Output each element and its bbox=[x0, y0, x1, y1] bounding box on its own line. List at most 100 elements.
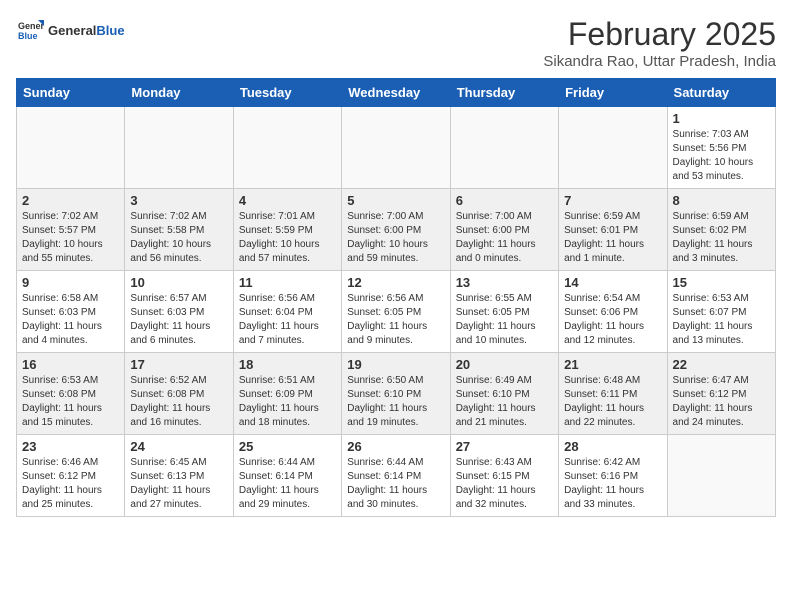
calendar-week-row: 1 Sunrise: 7:03 AM Sunset: 5:56 PM Daylig… bbox=[17, 107, 776, 189]
day-number: 24 bbox=[130, 439, 227, 454]
day-info: Sunrise: 7:00 AM Sunset: 6:00 PM Dayligh… bbox=[347, 210, 444, 266]
day-info: Sunrise: 6:53 AM Sunset: 6:07 PM Dayligh… bbox=[673, 292, 770, 348]
day-info: Sunrise: 6:59 AM Sunset: 6:02 PM Dayligh… bbox=[673, 210, 770, 266]
calendar-cell: 17 Sunrise: 6:52 AM Sunset: 6:08 PM Dayli… bbox=[125, 353, 233, 435]
day-number: 16 bbox=[22, 357, 119, 372]
calendar-cell: 1 Sunrise: 7:03 AM Sunset: 5:56 PM Daylig… bbox=[667, 107, 775, 189]
calendar-cell bbox=[342, 107, 450, 189]
day-info: Sunrise: 6:47 AM Sunset: 6:12 PM Dayligh… bbox=[673, 374, 770, 430]
calendar-week-row: 9Sunrise: 6:58 AM Sunset: 6:03 PM Daylig… bbox=[17, 271, 776, 353]
day-number: 6 bbox=[456, 193, 553, 208]
day-info: Sunrise: 6:53 AM Sunset: 6:08 PM Dayligh… bbox=[22, 374, 119, 430]
calendar-cell: 21 Sunrise: 6:48 AM Sunset: 6:11 PM Dayli… bbox=[559, 353, 667, 435]
day-info: Sunrise: 6:54 AM Sunset: 6:06 PM Dayligh… bbox=[564, 292, 661, 348]
logo-general-text: General bbox=[48, 23, 96, 38]
calendar-cell bbox=[667, 435, 775, 517]
page-header: General Blue GeneralBlue February 2025 S… bbox=[16, 16, 776, 70]
day-info: Sunrise: 6:51 AM Sunset: 6:09 PM Dayligh… bbox=[239, 374, 336, 430]
day-number: 28 bbox=[564, 439, 661, 454]
weekday-header-tuesday: Tuesday bbox=[233, 79, 341, 107]
calendar-cell: 23Sunrise: 6:46 AM Sunset: 6:12 PM Dayli… bbox=[17, 435, 125, 517]
day-number: 13 bbox=[456, 275, 553, 290]
calendar-week-row: 16 Sunrise: 6:53 AM Sunset: 6:08 PM Dayli… bbox=[17, 353, 776, 435]
day-number: 5 bbox=[347, 193, 444, 208]
calendar-cell bbox=[125, 107, 233, 189]
day-number: 12 bbox=[347, 275, 444, 290]
day-number: 4 bbox=[239, 193, 336, 208]
calendar-cell: 16 Sunrise: 6:53 AM Sunset: 6:08 PM Dayli… bbox=[17, 353, 125, 435]
weekday-header-monday: Monday bbox=[125, 79, 233, 107]
logo-blue-text: Blue bbox=[96, 23, 124, 38]
calendar-cell: 11 Sunrise: 6:56 AM Sunset: 6:04 PM Dayli… bbox=[233, 271, 341, 353]
svg-text:General: General bbox=[18, 21, 44, 31]
day-info: Sunrise: 6:42 AM Sunset: 6:16 PM Dayligh… bbox=[564, 456, 661, 512]
day-number: 15 bbox=[673, 275, 770, 290]
day-info: Sunrise: 6:44 AM Sunset: 6:14 PM Dayligh… bbox=[239, 456, 336, 512]
month-title: February 2025 bbox=[543, 16, 776, 53]
day-info: Sunrise: 6:59 AM Sunset: 6:01 PM Dayligh… bbox=[564, 210, 661, 266]
location-text: Sikandra Rao, Uttar Pradesh, India bbox=[543, 53, 776, 70]
calendar-cell: 10 Sunrise: 6:57 AM Sunset: 6:03 PM Dayli… bbox=[125, 271, 233, 353]
weekday-header-thursday: Thursday bbox=[450, 79, 558, 107]
svg-text:Blue: Blue bbox=[18, 31, 38, 41]
day-number: 22 bbox=[673, 357, 770, 372]
calendar-week-row: 2Sunrise: 7:02 AM Sunset: 5:57 PM Daylig… bbox=[17, 189, 776, 271]
calendar-cell bbox=[559, 107, 667, 189]
day-info: Sunrise: 6:56 AM Sunset: 6:04 PM Dayligh… bbox=[239, 292, 336, 348]
calendar-table: SundayMondayTuesdayWednesdayThursdayFrid… bbox=[16, 78, 776, 517]
day-info: Sunrise: 6:44 AM Sunset: 6:14 PM Dayligh… bbox=[347, 456, 444, 512]
calendar-cell: 27Sunrise: 6:43 AM Sunset: 6:15 PM Dayli… bbox=[450, 435, 558, 517]
day-info: Sunrise: 6:43 AM Sunset: 6:15 PM Dayligh… bbox=[456, 456, 553, 512]
logo-icon: General Blue bbox=[16, 16, 44, 44]
calendar-cell: 6 Sunrise: 7:00 AM Sunset: 6:00 PM Daylig… bbox=[450, 189, 558, 271]
calendar-week-row: 23Sunrise: 6:46 AM Sunset: 6:12 PM Dayli… bbox=[17, 435, 776, 517]
day-info: Sunrise: 7:02 AM Sunset: 5:57 PM Dayligh… bbox=[22, 210, 119, 266]
day-info: Sunrise: 6:45 AM Sunset: 6:13 PM Dayligh… bbox=[130, 456, 227, 512]
day-info: Sunrise: 6:55 AM Sunset: 6:05 PM Dayligh… bbox=[456, 292, 553, 348]
day-number: 14 bbox=[564, 275, 661, 290]
calendar-header-row: SundayMondayTuesdayWednesdayThursdayFrid… bbox=[17, 79, 776, 107]
title-block: February 2025 Sikandra Rao, Uttar Prades… bbox=[543, 16, 776, 70]
calendar-cell: 12Sunrise: 6:56 AM Sunset: 6:05 PM Dayli… bbox=[342, 271, 450, 353]
calendar-cell: 5 Sunrise: 7:00 AM Sunset: 6:00 PM Daylig… bbox=[342, 189, 450, 271]
calendar-cell: 15 Sunrise: 6:53 AM Sunset: 6:07 PM Dayli… bbox=[667, 271, 775, 353]
logo: General Blue GeneralBlue bbox=[16, 16, 125, 44]
day-info: Sunrise: 6:57 AM Sunset: 6:03 PM Dayligh… bbox=[130, 292, 227, 348]
day-number: 10 bbox=[130, 275, 227, 290]
calendar-cell: 25Sunrise: 6:44 AM Sunset: 6:14 PM Dayli… bbox=[233, 435, 341, 517]
day-number: 17 bbox=[130, 357, 227, 372]
calendar-cell bbox=[17, 107, 125, 189]
calendar-cell: 7 Sunrise: 6:59 AM Sunset: 6:01 PM Daylig… bbox=[559, 189, 667, 271]
calendar-cell: 13 Sunrise: 6:55 AM Sunset: 6:05 PM Dayli… bbox=[450, 271, 558, 353]
day-number: 8 bbox=[673, 193, 770, 208]
day-info: Sunrise: 6:48 AM Sunset: 6:11 PM Dayligh… bbox=[564, 374, 661, 430]
calendar-cell: 19 Sunrise: 6:50 AM Sunset: 6:10 PM Dayli… bbox=[342, 353, 450, 435]
day-number: 21 bbox=[564, 357, 661, 372]
day-number: 18 bbox=[239, 357, 336, 372]
day-info: Sunrise: 7:02 AM Sunset: 5:58 PM Dayligh… bbox=[130, 210, 227, 266]
day-number: 11 bbox=[239, 275, 336, 290]
day-info: Sunrise: 6:58 AM Sunset: 6:03 PM Dayligh… bbox=[22, 292, 119, 348]
weekday-header-friday: Friday bbox=[559, 79, 667, 107]
calendar-cell: 20Sunrise: 6:49 AM Sunset: 6:10 PM Dayli… bbox=[450, 353, 558, 435]
day-info: Sunrise: 6:50 AM Sunset: 6:10 PM Dayligh… bbox=[347, 374, 444, 430]
day-number: 1 bbox=[673, 111, 770, 126]
calendar-cell: 28 Sunrise: 6:42 AM Sunset: 6:16 PM Dayli… bbox=[559, 435, 667, 517]
weekday-header-wednesday: Wednesday bbox=[342, 79, 450, 107]
day-info: Sunrise: 7:03 AM Sunset: 5:56 PM Dayligh… bbox=[673, 128, 770, 184]
weekday-header-sunday: Sunday bbox=[17, 79, 125, 107]
calendar-cell: 9Sunrise: 6:58 AM Sunset: 6:03 PM Daylig… bbox=[17, 271, 125, 353]
day-number: 3 bbox=[130, 193, 227, 208]
calendar-cell: 22 Sunrise: 6:47 AM Sunset: 6:12 PM Dayli… bbox=[667, 353, 775, 435]
day-number: 19 bbox=[347, 357, 444, 372]
calendar-cell: 18 Sunrise: 6:51 AM Sunset: 6:09 PM Dayli… bbox=[233, 353, 341, 435]
day-info: Sunrise: 6:52 AM Sunset: 6:08 PM Dayligh… bbox=[130, 374, 227, 430]
day-number: 7 bbox=[564, 193, 661, 208]
day-number: 20 bbox=[456, 357, 553, 372]
calendar-cell: 4Sunrise: 7:01 AM Sunset: 5:59 PM Daylig… bbox=[233, 189, 341, 271]
calendar-cell: 3 Sunrise: 7:02 AM Sunset: 5:58 PM Daylig… bbox=[125, 189, 233, 271]
calendar-cell: 2Sunrise: 7:02 AM Sunset: 5:57 PM Daylig… bbox=[17, 189, 125, 271]
day-number: 26 bbox=[347, 439, 444, 454]
calendar-cell bbox=[450, 107, 558, 189]
day-info: Sunrise: 7:00 AM Sunset: 6:00 PM Dayligh… bbox=[456, 210, 553, 266]
